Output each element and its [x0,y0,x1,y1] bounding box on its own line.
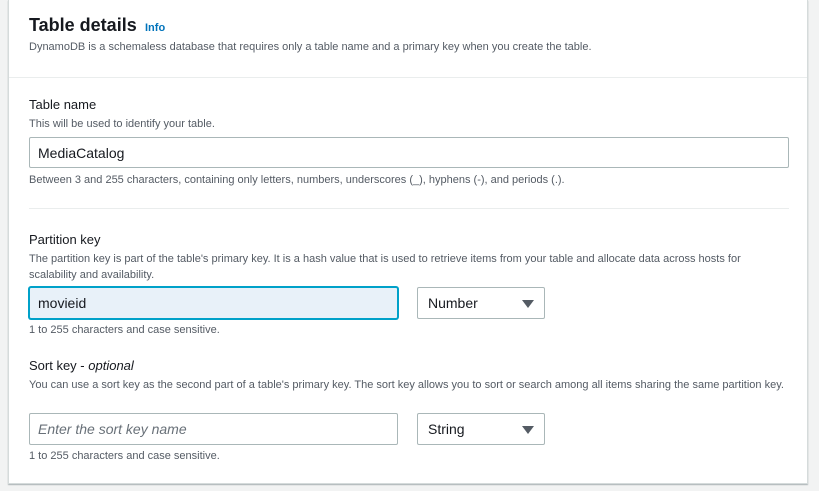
caret-down-icon [522,300,534,308]
partition-key-label: Partition key [29,232,101,247]
info-link[interactable]: Info [145,22,165,34]
section-divider [29,208,789,209]
table-name-description: This will be used to identify your table… [29,118,215,130]
sort-key-label: Sort key - optional [29,358,134,373]
table-name-constraint: Between 3 and 255 characters, containing… [29,174,565,186]
table-name-label: Table name [29,97,97,112]
partition-key-type-value: Number [428,295,478,311]
panel-header: Table details Info DynamoDB is a schemal… [9,0,807,78]
partition-key-constraint: 1 to 255 characters and case sensitive. [29,324,220,336]
partition-key-description: The partition key is part of the table's… [29,253,741,281]
panel-title: Table details [29,15,137,35]
table-details-panel: Table details Info DynamoDB is a schemal… [8,0,808,484]
sort-key-input[interactable] [29,413,398,445]
sort-key-type-select[interactable]: String [417,413,545,445]
panel-description: DynamoDB is a schemaless database that r… [29,41,592,53]
sort-key-optional-text: optional [88,358,134,373]
sort-key-label-text: Sort key - [29,358,89,373]
partition-key-input[interactable] [29,287,398,319]
sort-key-constraint: 1 to 255 characters and case sensitive. [29,450,220,462]
table-name-input[interactable] [29,137,789,168]
sort-key-description: You can use a sort key as the second par… [29,379,784,391]
partition-key-type-select[interactable]: Number [417,287,545,319]
sort-key-type-value: String [428,421,465,437]
caret-down-icon [522,426,534,434]
